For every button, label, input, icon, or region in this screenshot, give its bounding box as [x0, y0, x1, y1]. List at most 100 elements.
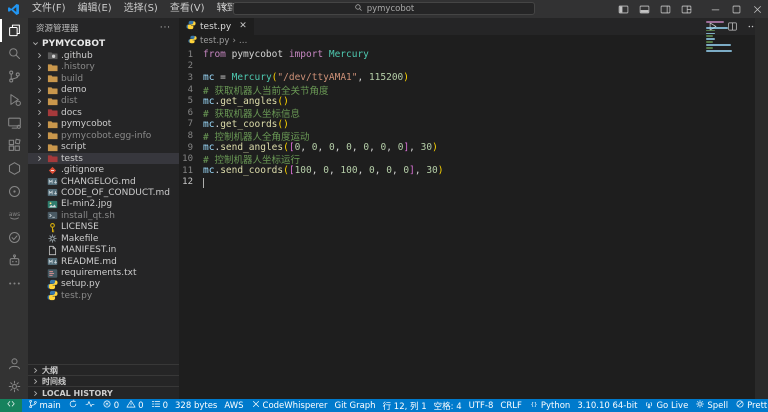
menu-item-3[interactable]: 查看(V) [164, 0, 211, 18]
activity-cloud-check-extension-icon[interactable] [0, 226, 28, 249]
code-editor[interactable]: 1from pymycobot import Mercury23mc = Mer… [179, 47, 768, 399]
tree-item-test.py[interactable]: test.py [28, 290, 179, 301]
menu-item-1[interactable]: 编辑(E) [72, 0, 118, 18]
close-tab-icon[interactable]: ✕ [239, 22, 247, 31]
tree-item-build[interactable]: build [28, 73, 179, 84]
folder-icon [47, 62, 58, 73]
status-prettier[interactable]: Prettier [732, 399, 768, 412]
section-1[interactable]: 时间线 [28, 375, 179, 386]
status-python-interpreter[interactable]: 3.10.10 64-bit [574, 399, 641, 412]
status-git-graph[interactable]: Git Graph [331, 399, 379, 412]
breadcrumb-more[interactable]: … [239, 36, 248, 46]
status-remote-window[interactable] [0, 399, 22, 412]
activity-settings-icon[interactable] [0, 375, 28, 398]
status-go-live[interactable]: Go Live [641, 399, 692, 412]
activity-aws-toolkit-icon[interactable]: aws [0, 203, 28, 226]
tree-item-tests[interactable]: tests [28, 153, 179, 164]
tree-item-.history[interactable]: .history [28, 61, 179, 72]
code-line-2[interactable]: 2 [179, 61, 768, 73]
status-activity-pulse[interactable] [81, 399, 98, 412]
toggle-primary-sidebar-icon[interactable] [613, 0, 634, 18]
tree-item-changelog.md[interactable]: CHANGELOG.md [28, 176, 179, 187]
minimize-icon[interactable] [705, 0, 726, 18]
tree-item-demo[interactable]: demo [28, 84, 179, 95]
close-icon[interactable] [747, 0, 768, 18]
search-value: pymycobot [367, 4, 415, 14]
status-errors[interactable]: 0 [98, 399, 122, 412]
tree-item-code_of_conduct.md[interactable]: CODE_OF_CONDUCT.md [28, 187, 179, 198]
menu-item-2[interactable]: 选择(S) [118, 0, 164, 18]
toggle-panel-icon[interactable] [634, 0, 655, 18]
minimap[interactable] [706, 21, 752, 56]
tree-item-pymycobot.egg-info[interactable]: pymycobot.egg-info [28, 130, 179, 141]
customize-layout-icon[interactable] [676, 0, 697, 18]
line-number: 6 [179, 108, 203, 118]
toggle-secondary-sidebar-icon[interactable] [655, 0, 676, 18]
tree-item-.github[interactable]: .github [28, 50, 179, 61]
chevron-right-icon [31, 378, 40, 385]
status-indentation[interactable]: 空格: 4 [430, 399, 465, 412]
activity-additional-views-icon[interactable] [0, 272, 28, 295]
code-line-8[interactable]: 8# 控制机器人全角度运动 [179, 130, 768, 142]
activity-extensions-icon[interactable] [0, 134, 28, 157]
tree-item-ei-min2.jpg[interactable]: EI-min2.jpg [28, 199, 179, 210]
activity-run-and-debug-icon[interactable] [0, 88, 28, 111]
status-codewhisperer[interactable]: CodeWhisperer [247, 399, 331, 412]
back-arrow-icon[interactable] [220, 2, 231, 16]
tree-item-requirements.txt[interactable]: requirements.txt [28, 267, 179, 278]
tree-item-license[interactable]: LICENSE [28, 222, 179, 233]
status-eol-sequence[interactable]: CRLF [497, 399, 525, 412]
chevron-right-icon [35, 64, 44, 71]
explorer-more-actions[interactable]: ··· [160, 23, 171, 33]
tree-item-install_qt.sh[interactable]: install_qt.sh [28, 210, 179, 221]
tree-item-.gitignore[interactable]: .gitignore [28, 164, 179, 175]
tree-item-manifest.in[interactable]: MANIFEST.in [28, 244, 179, 255]
status-bar: main000328 bytesAWSCodeWhispererGit Grap… [0, 399, 768, 412]
activity-hexagon-extension-icon[interactable] [0, 157, 28, 180]
command-center-search[interactable]: pymycobot [233, 2, 535, 15]
activity-accounts-icon[interactable] [0, 352, 28, 375]
chevron-right-icon [31, 367, 40, 374]
tree-item-setup.py[interactable]: setup.py [28, 279, 179, 290]
status-encoding[interactable]: UTF-8 [465, 399, 497, 412]
breadcrumb-file[interactable]: test.py [200, 36, 229, 46]
section-2[interactable]: LOCAL HISTORY [28, 386, 179, 399]
code-line-12[interactable]: 12 [179, 177, 768, 189]
status-git-branch[interactable]: main [24, 399, 64, 412]
explorer-sidebar: 资源管理器 ··· PYMYCOBOT .github.historybuild… [28, 18, 179, 399]
status-language-mode[interactable]: {}Python [525, 399, 573, 412]
status-aws-status[interactable]: AWS [221, 399, 247, 412]
tree-item-script[interactable]: script [28, 142, 179, 153]
code-line-1[interactable]: 1from pymycobot import Mercury [179, 49, 768, 61]
code-line-11[interactable]: 11mc.send_coords([100, 0, 100, 0, 0, 0],… [179, 165, 768, 177]
activity-circle-extension-icon[interactable] [0, 180, 28, 203]
tree-item-dist[interactable]: dist [28, 96, 179, 107]
status-git-sync[interactable] [64, 399, 81, 412]
activity-search-icon[interactable] [0, 42, 28, 65]
breadcrumb[interactable]: test.py › … [179, 35, 768, 47]
tree-item-docs[interactable]: docs [28, 107, 179, 118]
tree-item-makefile[interactable]: Makefile [28, 233, 179, 244]
tree-item-readme.md[interactable]: README.md [28, 256, 179, 267]
code-line-4[interactable]: 4# 获取机器人当前全关节角度 [179, 84, 768, 96]
activity-explorer-icon[interactable] [0, 19, 28, 42]
editor-scrollbar[interactable] [755, 18, 768, 399]
status-cursor-position[interactable]: 行 12, 列 1 [379, 399, 430, 412]
activity-robot-extension-icon[interactable] [0, 249, 28, 272]
tab-test-py[interactable]: test.py ✕ [179, 18, 254, 35]
maximize-icon[interactable] [726, 0, 747, 18]
status-warnings[interactable]: 0 [123, 399, 147, 412]
status-spell-checker[interactable]: Spell [692, 399, 732, 412]
code-line-10[interactable]: 10# 控制机器人坐标运行 [179, 153, 768, 165]
vscode-window: 文件(F)编辑(E)选择(S)查看(V)转到(G)运行(R)··· pymyco… [0, 0, 768, 412]
sidebar-sections: 大纲时间线LOCAL HISTORY [28, 364, 179, 399]
status-file-size[interactable]: 328 bytes [172, 399, 221, 412]
activity-remote-explorer-icon[interactable] [0, 111, 28, 134]
menu-item-0[interactable]: 文件(F) [26, 0, 72, 18]
activity-source-control-icon[interactable] [0, 65, 28, 88]
tree-root-pymycobot[interactable]: PYMYCOBOT [28, 37, 179, 50]
section-0[interactable]: 大纲 [28, 364, 179, 375]
tree-item-pymycobot[interactable]: pymycobot [28, 119, 179, 130]
code-line-6[interactable]: 6# 获取机器人坐标信息 [179, 107, 768, 119]
status-list-count[interactable]: 0 [147, 399, 171, 412]
